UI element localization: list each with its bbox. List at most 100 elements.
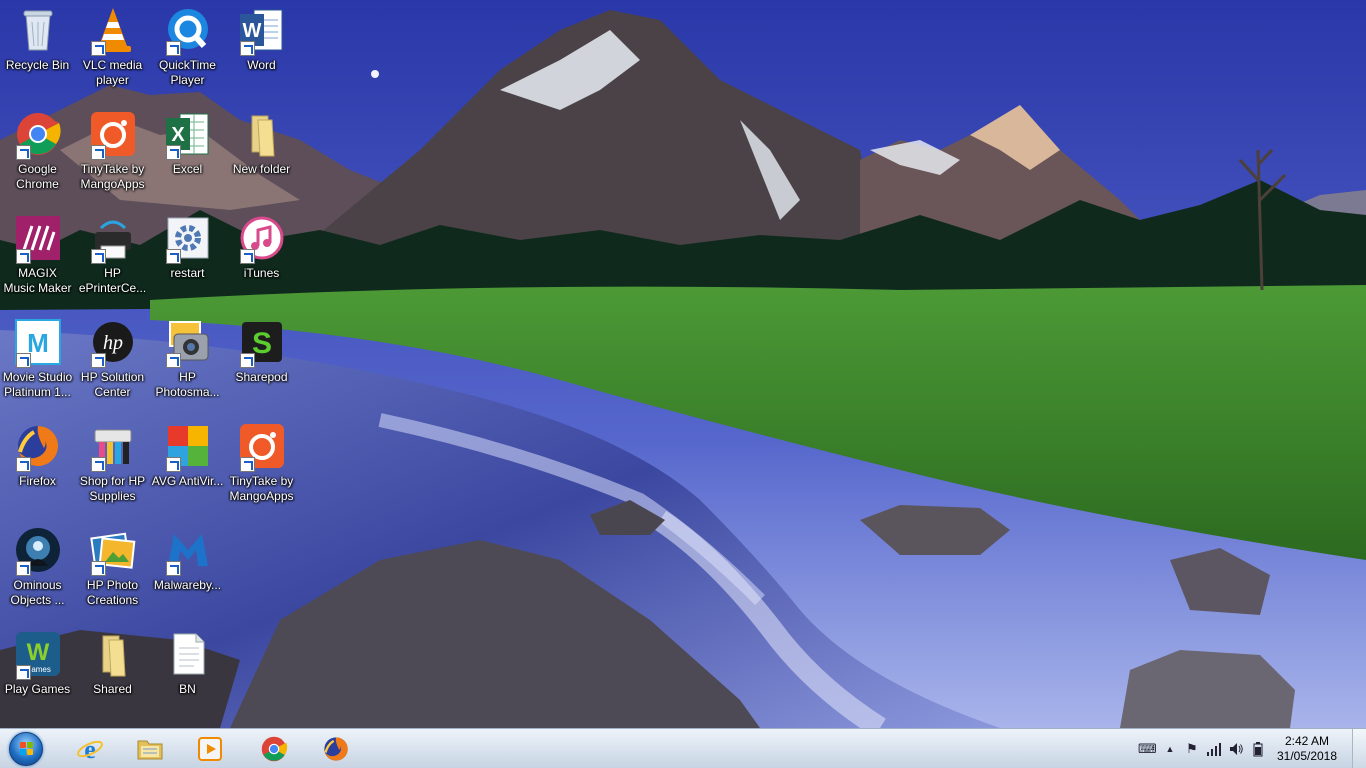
- system-tray: ⌨ ▲ ⚑ 2:42 AM 31/05/2018: [1116, 729, 1366, 768]
- firefox-icon: [322, 735, 350, 763]
- shortcut-arrow-icon: [239, 249, 255, 264]
- settings-gear-icon: [164, 214, 212, 264]
- desktop-icon-bn[interactable]: BN: [150, 624, 225, 724]
- itunes-icon: [238, 214, 286, 264]
- svg-text:W: W: [242, 20, 261, 42]
- photosmart-icon: [164, 318, 212, 368]
- desktop-icon-label: QuickTime Player: [159, 58, 216, 87]
- shortcut-arrow-icon: [90, 457, 106, 472]
- desktop-icon-shop-hp-supplies[interactable]: Shop for HP Supplies: [75, 416, 150, 516]
- malwarebytes-icon: [164, 526, 212, 576]
- shortcut-arrow-icon: [165, 41, 181, 56]
- desktop-icon-label: HP ePrinterCe...: [78, 266, 147, 295]
- word-icon: W: [238, 6, 286, 56]
- desktop-icon-recycle-bin[interactable]: Recycle Bin: [0, 0, 75, 100]
- movie-studio-icon: M: [14, 318, 62, 368]
- desktop-icon-itunes[interactable]: iTunes: [224, 208, 299, 308]
- desktop-icon-magix-music-maker[interactable]: MAGIX Music Maker: [0, 208, 75, 308]
- sharepod-icon: S: [238, 318, 286, 368]
- shortcut-arrow-icon: [90, 41, 106, 56]
- text-file-icon: [164, 630, 212, 678]
- shortcut-arrow-icon: [15, 457, 31, 472]
- quicktime-icon: [164, 6, 212, 56]
- folder-icon: [89, 630, 137, 678]
- desktop-icon-label: TinyTake by MangoApps: [80, 162, 145, 191]
- wild-games-icon: W Games: [14, 630, 62, 680]
- taskbar-chrome[interactable]: [246, 731, 302, 767]
- desktop-icon-google-chrome[interactable]: Google Chrome: [0, 104, 75, 204]
- taskbar-media-player[interactable]: [182, 731, 238, 767]
- desktop-icon-firefox[interactable]: Firefox: [0, 416, 75, 516]
- desktop-icon-label: restart: [170, 266, 205, 280]
- shortcut-arrow-icon: [90, 561, 106, 576]
- desktop-icon-hp-photo-creations[interactable]: HP Photo Creations: [75, 520, 150, 620]
- desktop-icon-shared[interactable]: Shared: [75, 624, 150, 724]
- desktop-icon-quicktime[interactable]: QuickTime Player: [150, 0, 225, 100]
- network-signal-icon[interactable]: [1206, 741, 1222, 757]
- action-center-flag-icon[interactable]: ⚑: [1184, 741, 1200, 757]
- desktop-icon-word[interactable]: W Word: [224, 0, 299, 100]
- desktop-icon-label: Play Games: [4, 682, 71, 696]
- keyboard-icon[interactable]: ⌨: [1138, 741, 1157, 757]
- desktop-icon-sharepod[interactable]: S Sharepod: [224, 312, 299, 412]
- desktop-icon-label: Shared: [93, 682, 132, 696]
- magix-icon: [14, 214, 62, 264]
- svg-text:W: W: [26, 639, 49, 666]
- taskbar-internet-explorer[interactable]: e: [62, 731, 118, 767]
- desktop-icon-label: Excel: [172, 162, 203, 176]
- internet-explorer-icon: e: [76, 735, 104, 764]
- desktop-icon-vlc[interactable]: VLC media player: [75, 0, 150, 100]
- desktop-icon-restart[interactable]: restart: [150, 208, 225, 308]
- shortcut-arrow-icon: [165, 145, 181, 160]
- taskbar-file-explorer[interactable]: [122, 731, 178, 767]
- shortcut-arrow-icon: [15, 353, 31, 368]
- desktop-icon-label: BN: [179, 682, 196, 696]
- svg-text:X: X: [171, 124, 185, 146]
- clock[interactable]: 2:42 AM 31/05/2018: [1272, 734, 1342, 764]
- taskbar-firefox[interactable]: [308, 731, 364, 767]
- folder-icon: [238, 110, 286, 158]
- tinytake-icon: [89, 110, 137, 160]
- volume-icon[interactable]: [1228, 741, 1244, 757]
- hp-supplies-icon: [89, 422, 137, 472]
- start-button[interactable]: [4, 730, 48, 768]
- desktop-icon-label: VLC media player: [82, 58, 143, 87]
- desktop-icon-new-folder[interactable]: New folder: [224, 104, 299, 204]
- shortcut-arrow-icon: [239, 41, 255, 56]
- shortcut-arrow-icon: [15, 665, 31, 680]
- desktop-icon-excel[interactable]: X Excel: [150, 104, 225, 204]
- recycle-bin-icon: [14, 6, 62, 54]
- show-hidden-icons-icon[interactable]: ▲: [1162, 741, 1178, 757]
- desktop-icon-avg-antivirus[interactable]: AVG AntiVir...: [150, 416, 225, 516]
- desktop-icon-ominous-objects[interactable]: Ominous Objects ...: [0, 520, 75, 620]
- desktop-icon-hp-eprinter[interactable]: HP ePrinterCe...: [75, 208, 150, 308]
- windows-orb-icon: [9, 732, 43, 766]
- desktop-icon-tinytake-2[interactable]: TinyTake by MangoApps: [224, 416, 299, 516]
- svg-text:hp: hp: [103, 332, 123, 354]
- desktop-icon-malwarebytes[interactable]: Malwareby...: [150, 520, 225, 620]
- clock-time: 2:42 AM: [1284, 734, 1330, 748]
- desktop-icon-hp-photosmart[interactable]: HP Photosma...: [150, 312, 225, 412]
- desktop-icon-label: iTunes: [243, 266, 280, 280]
- avg-icon: [164, 422, 212, 472]
- show-desktop-button[interactable]: [1352, 729, 1366, 768]
- svg-text:e: e: [84, 735, 96, 763]
- desktop-icon-label: Ominous Objects ...: [10, 578, 65, 607]
- desktop-icon-tinytake-1[interactable]: TinyTake by MangoApps: [75, 104, 150, 204]
- desktop-icon-movie-studio[interactable]: M Movie Studio Platinum 1...: [0, 312, 75, 412]
- desktop-icon-hp-solution-center[interactable]: hp HP Solution Center: [75, 312, 150, 412]
- chrome-icon: [260, 735, 288, 763]
- windows-flag-icon: [20, 742, 34, 756]
- chrome-icon: [14, 110, 62, 160]
- desktop-icon-label: MAGIX Music Maker: [3, 266, 72, 295]
- media-player-icon: [196, 735, 224, 763]
- desktop-icon-label: Sharepod: [235, 370, 288, 384]
- desktop-icon-label: Word: [247, 58, 276, 72]
- desktop-icon-play-games[interactable]: W Games Play Games: [0, 624, 75, 724]
- battery-icon[interactable]: [1250, 741, 1266, 757]
- hp-photo-creations-icon: [89, 526, 137, 576]
- desktop-icon-label: Google Chrome: [16, 162, 59, 191]
- clock-date: 31/05/2018: [1276, 749, 1338, 763]
- desktop-icon-label: TinyTake by MangoApps: [229, 474, 294, 503]
- file-explorer-icon: [136, 735, 164, 763]
